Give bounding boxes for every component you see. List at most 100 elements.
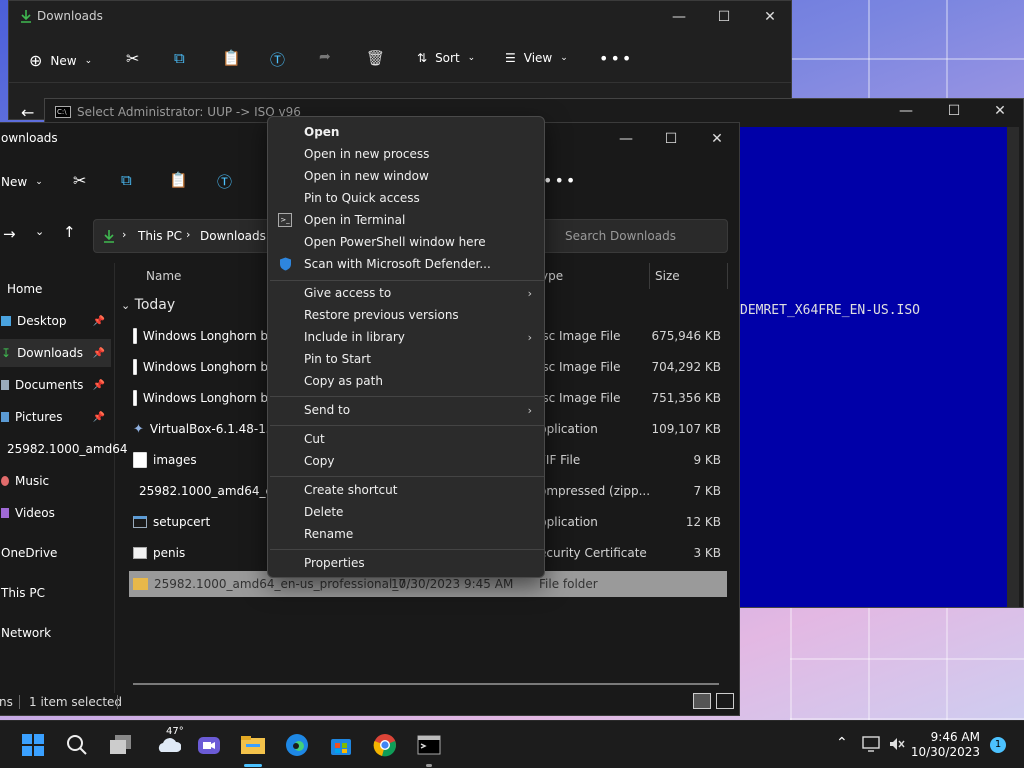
nav-this-pc[interactable]: This PC — [0, 579, 111, 607]
nav-label: Network — [1, 626, 52, 640]
close-button[interactable]: ✕ — [747, 1, 793, 33]
forward-arrow-icon[interactable]: → — [3, 225, 16, 243]
chevron-up-icon[interactable]: ⌃ — [836, 735, 848, 751]
menu-item-cut[interactable]: Cut — [268, 428, 544, 450]
menu-item-open-terminal[interactable]: >_ Open in Terminal — [268, 209, 544, 231]
notification-badge[interactable]: 1 — [990, 737, 1006, 753]
task-view-button[interactable] — [106, 730, 136, 760]
breadcrumb-downloads[interactable]: Downloads — [200, 229, 266, 243]
rename-icon[interactable]: Ⓣ — [270, 49, 285, 70]
console-maximize-button[interactable]: ☐ — [931, 95, 977, 127]
teams-chat-button[interactable] — [194, 730, 224, 760]
nav-videos[interactable]: Videos — [0, 499, 111, 527]
menu-item-copy[interactable]: Copy — [268, 450, 544, 472]
menu-item-properties[interactable]: Properties — [268, 552, 544, 574]
explorer-maximize-button[interactable]: ☐ — [648, 123, 694, 155]
menu-item-open-new-process[interactable]: Open in new process — [268, 143, 544, 165]
more-options-icon[interactable]: ••• — [543, 171, 577, 190]
pin-icon: 📌 — [92, 411, 105, 423]
recent-locations-chevron-icon[interactable]: ⌄ — [35, 225, 44, 238]
view-button[interactable]: ☰ View ⌄ — [505, 51, 568, 65]
nav-home[interactable]: Home — [0, 275, 111, 303]
copy-icon[interactable]: ⧉ — [121, 171, 132, 189]
cut-icon[interactable]: ✂ — [126, 49, 139, 68]
menu-label: Open in new window — [304, 169, 429, 183]
terminal-taskbar-button[interactable] — [414, 730, 444, 767]
menu-item-restore-previous[interactable]: Restore previous versions — [268, 304, 544, 326]
console-minimize-button[interactable]: — — [883, 95, 929, 127]
menu-item-pin-quick-access[interactable]: Pin to Quick access — [268, 187, 544, 209]
start-button[interactable] — [18, 730, 48, 760]
nav-onedrive[interactable]: OneDrive — [0, 539, 111, 567]
menu-item-pin-start[interactable]: Pin to Start — [268, 348, 544, 370]
delete-icon[interactable]: 🗑 — [366, 49, 385, 67]
menu-item-open[interactable]: Open — [268, 121, 544, 143]
share-icon[interactable]: ➦ — [319, 49, 331, 65]
file-explorer-taskbar-button[interactable] — [238, 730, 268, 767]
breadcrumb-this-pc[interactable]: This PC — [138, 229, 182, 243]
sort-button[interactable]: ⇅ Sort ⌄ — [417, 51, 475, 65]
nav-network[interactable]: Network — [0, 619, 111, 647]
store-button[interactable] — [326, 730, 356, 760]
explorer-minimize-button[interactable]: — — [603, 123, 649, 155]
virtualbox-icon: ✦ — [133, 421, 144, 437]
network-icon[interactable] — [862, 736, 880, 752]
command-prompt-icon — [417, 735, 441, 755]
menu-item-open-powershell[interactable]: Open PowerShell window here — [268, 231, 544, 253]
file-size: 704,292 KB — [651, 360, 721, 374]
nav-documents[interactable]: Documents 📌 — [0, 371, 111, 399]
menu-item-scan-defender[interactable]: Scan with Microsoft Defender... — [268, 253, 544, 275]
back-arrow-icon[interactable]: ← — [21, 103, 34, 122]
console-close-button[interactable]: ✕ — [977, 95, 1023, 127]
up-arrow-icon[interactable]: ↑ — [63, 223, 76, 241]
column-name[interactable]: Name — [146, 269, 181, 283]
more-options-icon[interactable]: ••• — [599, 49, 633, 68]
nav-label: Desktop — [17, 314, 67, 328]
cut-icon[interactable]: ✂ — [73, 171, 86, 190]
menu-item-give-access[interactable]: Give access to › — [268, 282, 544, 304]
minimize-button[interactable]: — — [656, 1, 702, 33]
column-size[interactable]: Size — [655, 269, 680, 283]
nav-label: Music — [15, 474, 50, 488]
explorer-new-button[interactable]: New ⌄ — [1, 175, 43, 189]
taskbar: 47° ⌃ 9:46 AM 10/30/2023 1 — [0, 720, 1024, 768]
paste-icon[interactable]: 📋 — [222, 49, 241, 67]
edge-button[interactable] — [282, 730, 312, 760]
menu-item-copy-as-path[interactable]: Copy as path — [268, 370, 544, 392]
nav-downloads[interactable]: ↧ Downloads 📌 — [0, 339, 111, 367]
search-button[interactable] — [62, 730, 92, 760]
menu-item-delete[interactable]: Delete — [268, 501, 544, 523]
nav-desktop[interactable]: Desktop 📌 — [0, 307, 111, 335]
group-today[interactable]: ⌄ Today — [121, 297, 175, 313]
menu-item-send-to[interactable]: Send to › — [268, 399, 544, 421]
copy-icon[interactable]: ⧉ — [174, 49, 185, 67]
explorer-close-button[interactable]: ✕ — [694, 123, 740, 155]
new-button[interactable]: ⊕ New ⌄ — [29, 51, 92, 70]
details-view-icon[interactable] — [693, 693, 711, 709]
system-clock[interactable]: 9:46 AM 10/30/2023 — [911, 730, 980, 760]
nav-folder-25982[interactable]: 25982.1000_amd64 — [0, 435, 127, 463]
menu-item-open-new-window[interactable]: Open in new window — [268, 165, 544, 187]
file-type: ompressed (zipp... — [539, 484, 649, 498]
menu-label: Pin to Start — [304, 352, 371, 366]
paste-icon[interactable]: 📋 — [169, 171, 188, 189]
address-bar[interactable]: › This PC › Downloads — [93, 219, 273, 253]
console-output[interactable]: DEMRET_X64FRE_EN-US.ISO — [740, 127, 1008, 607]
weather-widget[interactable]: 47° — [150, 726, 186, 760]
chevron-down-icon: ⌄ — [84, 55, 93, 66]
chrome-button[interactable] — [370, 730, 400, 760]
menu-item-create-shortcut[interactable]: Create shortcut — [268, 479, 544, 501]
search-input[interactable]: Search Downloads — [534, 219, 728, 253]
maximize-button[interactable]: ☐ — [701, 1, 747, 33]
horizontal-scrollbar[interactable] — [133, 683, 719, 685]
menu-item-rename[interactable]: Rename — [268, 523, 544, 545]
console-scrollbar[interactable] — [1007, 127, 1019, 607]
rename-icon[interactable]: Ⓣ — [217, 171, 232, 192]
nav-music[interactable]: Music — [0, 467, 111, 495]
volume-muted-icon[interactable] — [888, 736, 906, 752]
tiles-view-icon[interactable] — [716, 693, 734, 709]
menu-item-include-library[interactable]: Include in library › — [268, 326, 544, 348]
file-name: penis — [153, 546, 186, 560]
menu-separator — [270, 476, 544, 477]
nav-pictures[interactable]: Pictures 📌 — [0, 403, 111, 431]
